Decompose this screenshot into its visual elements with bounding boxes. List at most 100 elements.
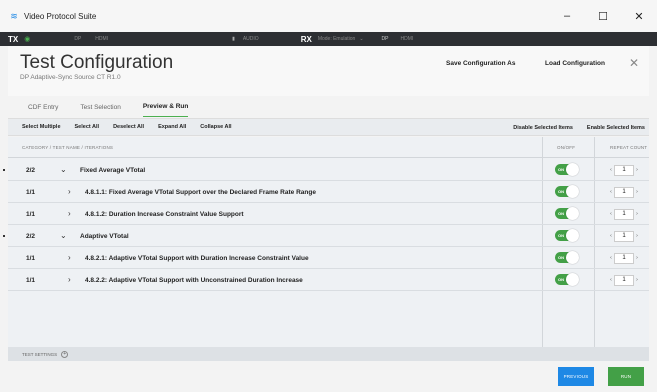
chevron-right-icon[interactable]: › [68,253,71,262]
deselect-all-button[interactable]: Deselect All [113,124,144,130]
audio-icon[interactable]: ▮ [232,36,235,42]
table-row-test[interactable]: 1/1 › 4.8.1.2: Duration Increase Constra… [8,203,649,225]
txrx-status-bar: TX ◉ DP HDMI ▮ AUDIO RX Mode: Emulation … [0,32,657,46]
rx-hdmi-label[interactable]: HDMI [401,36,414,42]
toggle-on-label: ON [558,277,564,282]
repeat-count-value[interactable]: 1 [614,274,634,286]
row-count: 1/1 [26,255,36,262]
tab-test-selection[interactable]: Test Selection [80,98,120,117]
table-header: CATEGORY / TEST NAME / ITERATIONS ON/OFF… [8,137,649,158]
tx-audio-label[interactable]: AUDIO [243,36,259,42]
test-settings-bar[interactable]: TEST SETTINGS + [8,347,649,361]
onoff-toggle[interactable]: ON [555,185,579,198]
select-all-button[interactable]: Select All [75,124,100,130]
dialog-header: Test Configuration DP Adaptive-Sync Sour… [8,46,649,96]
repeat-count-value[interactable]: 1 [614,252,634,264]
chevron-down-icon[interactable]: ⌄ [60,231,67,240]
row-count: 2/2 [26,233,36,240]
table-row-test[interactable]: 1/1 › 4.8.2.1: Adaptive VTotal Support w… [8,247,649,269]
toggle-knob [566,185,579,198]
toolbar-right-group: Disable Selected Items Enable Selected I… [513,119,649,137]
page-title: Test Configuration [20,52,174,73]
chevron-right-icon[interactable]: › [68,275,71,284]
toggle-knob [566,229,579,242]
table-row-group[interactable]: 2/2 ⌄ Fixed Average VTotal ON ‹ 1 › [3,159,649,181]
onoff-toggle[interactable]: ON [555,229,579,242]
rx-label: RX [300,34,312,44]
tab-preview-run[interactable]: Preview & Run [142,97,189,117]
increment-icon[interactable]: › [634,211,640,217]
toggle-on-label: ON [558,189,564,194]
test-settings-label[interactable]: TEST SETTINGS [22,352,57,357]
toggle-knob [566,251,579,264]
chevron-down-icon[interactable]: ⌄ [359,36,363,42]
increment-icon[interactable]: › [634,277,640,283]
chevron-right-icon[interactable]: › [68,209,71,218]
collapse-all-button[interactable]: Collapse All [200,124,231,130]
tx-dp-label[interactable]: DP [74,36,81,42]
chevron-down-icon[interactable]: ⌄ [60,165,67,174]
onoff-toggle[interactable]: ON [555,251,579,264]
tab-cdf-entry[interactable]: CDF Entry [28,98,58,117]
app-logo-icon: ≋ [10,10,18,21]
onoff-toggle[interactable]: ON [555,163,579,176]
row-label: Fixed Average VTotal [80,167,146,174]
tx-label: TX [8,34,19,44]
test-table: CATEGORY / TEST NAME / ITERATIONS ON/OFF… [3,137,649,347]
toggle-on-label: ON [558,167,564,172]
header-category: CATEGORY / TEST NAME / ITERATIONS [22,145,114,150]
repeat-count-stepper[interactable]: ‹ 1 › [608,208,644,220]
repeat-count-stepper[interactable]: ‹ 1 › [608,252,644,264]
increment-icon[interactable]: › [634,189,640,195]
disable-selected-button[interactable]: Disable Selected Items [513,125,573,131]
page-subtitle: DP Adaptive-Sync Source CT R1.0 [20,74,121,81]
repeat-count-stepper[interactable]: ‹ 1 › [608,274,644,286]
toggle-on-label: ON [558,233,564,238]
tx-mode-label[interactable]: HDMI [95,36,108,42]
maximize-button[interactable]: ☐ [585,0,621,32]
table-row-group[interactable]: 2/2 ⌄ Adaptive VTotal ON ‹ 1 › [3,225,649,247]
close-icon[interactable]: ✕ [629,56,639,70]
expand-all-button[interactable]: Expand All [158,124,186,130]
row-label: 4.8.2.2: Adaptive VTotal Support with Un… [85,277,303,284]
table-row-test[interactable]: 1/1 › 4.8.1.1: Fixed Average VTotal Supp… [8,181,649,203]
enable-selected-button[interactable]: Enable Selected Items [587,125,645,131]
selection-toolbar: Select Multiple Select All Deselect All … [8,118,649,136]
row-label: 4.8.1.2: Duration Increase Constraint Va… [85,211,244,218]
increment-icon[interactable]: › [634,255,640,261]
add-circle-icon[interactable]: + [61,350,69,358]
repeat-count-stepper[interactable]: ‹ 1 › [608,164,644,176]
toggle-on-label: ON [558,255,564,260]
rx-mode-select[interactable]: Mode: Emulation [318,36,356,42]
close-window-button[interactable]: ✕ [621,0,657,32]
save-configuration-button[interactable]: Save Configuration As [446,60,515,67]
repeat-count-stepper[interactable]: ‹ 1 › [608,230,644,242]
repeat-count-value[interactable]: 1 [614,208,634,220]
window-titlebar: ≋ Video Protocol Suite – ☐ ✕ [0,0,657,32]
repeat-count-stepper[interactable]: ‹ 1 › [608,186,644,198]
previous-button[interactable]: PREVIOUS [558,367,594,386]
run-button[interactable]: RUN [608,367,644,386]
toggle-knob [566,163,579,176]
rx-dp-label[interactable]: DP [382,36,389,42]
repeat-count-value[interactable]: 1 [614,186,634,198]
load-configuration-button[interactable]: Load Configuration [545,60,605,67]
select-multiple-button[interactable]: Select Multiple [22,124,61,130]
repeat-count-value[interactable]: 1 [614,164,634,176]
row-count: 2/2 [26,167,36,174]
tab-bar: CDF Entry Test Selection Preview & Run [8,96,649,118]
onoff-toggle[interactable]: ON [555,207,579,220]
increment-icon[interactable]: › [634,167,640,173]
row-count: 1/1 [26,211,36,218]
increment-icon[interactable]: › [634,233,640,239]
minimize-button[interactable]: – [549,0,585,32]
tx-link-icon[interactable]: ◉ [24,35,30,43]
table-row-test[interactable]: 1/1 › 4.8.2.2: Adaptive VTotal Support w… [8,269,649,291]
toggle-knob [566,273,579,286]
toggle-knob [566,207,579,220]
chevron-right-icon[interactable]: › [68,187,71,196]
window-title: Video Protocol Suite [24,11,97,21]
row-marker [3,169,5,171]
onoff-toggle[interactable]: ON [555,273,579,286]
repeat-count-value[interactable]: 1 [614,230,634,242]
